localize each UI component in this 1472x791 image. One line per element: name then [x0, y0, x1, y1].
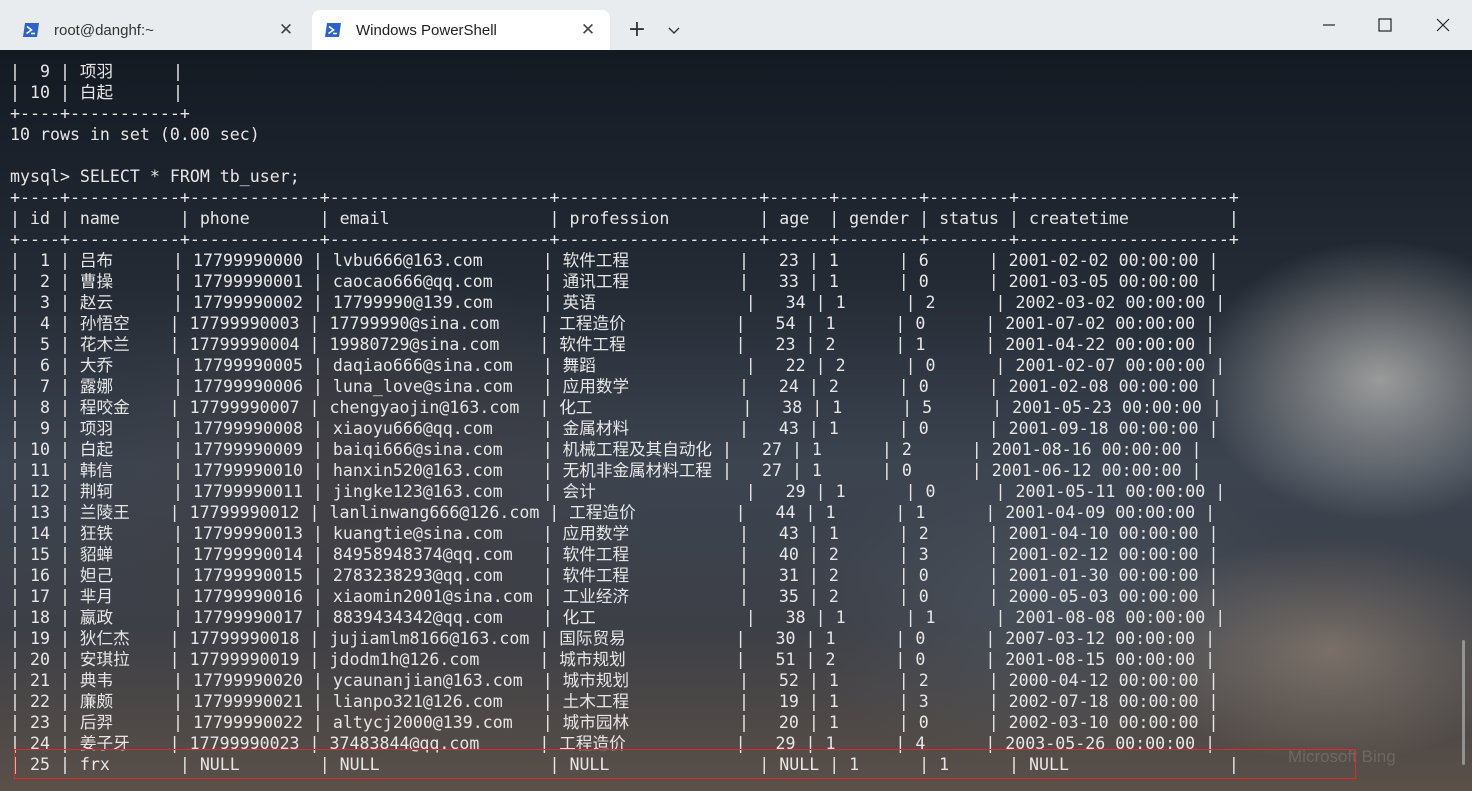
terminal-line: | 1 | 吕布 | 17799990000 | lvbu666@163.com…	[10, 251, 1219, 270]
close-icon	[1436, 18, 1450, 32]
terminal-output: | 9 | 项羽 | | 10 | 白起 | +----+-----------…	[10, 61, 1239, 775]
terminal-line: | 6 | 大乔 | 17799990005 | daqiao666@sina.…	[10, 356, 1226, 375]
maximize-button[interactable]	[1362, 8, 1408, 42]
terminal-line: +----+-----------+	[10, 104, 190, 123]
tab-label: root@danghf:~	[54, 21, 154, 39]
tab-label: Windows PowerShell	[356, 21, 497, 39]
maximize-icon	[1378, 18, 1392, 32]
terminal-line: | 5 | 花木兰 | 17799990004 | 19980729@sina.…	[10, 335, 1216, 354]
terminal-line: | 15 | 貂蝉 | 17799990014 | 84958948374@qq…	[10, 545, 1219, 564]
terminal-line: | 23 | 后羿 | 17799990022 | altycj2000@139…	[10, 713, 1219, 732]
terminal-line: +----+-----------+-------------+--------…	[10, 188, 1239, 207]
tab-dropdown-button[interactable]	[662, 18, 686, 44]
highlight-box	[14, 749, 1356, 779]
terminal-line: | 8 | 程咬金 | 17799990007 | chengyaojin@16…	[10, 398, 1222, 417]
terminal-line: | 11 | 韩信 | 17799990010 | hanxin520@163.…	[10, 461, 1202, 480]
close-window-button[interactable]	[1420, 8, 1466, 42]
terminal-line: | 17 | 芈月 | 17799990016 | xiaomin2001@si…	[10, 587, 1219, 606]
terminal-line: +----+-----------+-------------+--------…	[10, 230, 1239, 249]
powershell-icon	[325, 23, 341, 37]
scrollbar[interactable]	[1462, 640, 1465, 765]
terminal-line: mysql> SELECT * FROM tb_user;	[10, 167, 300, 186]
terminal-pane[interactable]: Microsoft Bing | 9 | 项羽 | | 10 | 白起 | +-…	[0, 50, 1472, 791]
terminal-line: | 9 | 项羽 |	[10, 62, 184, 81]
terminal-line: | 4 | 孙悟空 | 17799990003 | 17799990@sina.…	[10, 314, 1216, 333]
tab-windows-powershell[interactable]: Windows PowerShell ✕	[312, 10, 610, 50]
new-tab-button[interactable]: +	[624, 18, 650, 44]
title-bar: root@danghf:~ ✕ Windows PowerShell ✕ +	[0, 0, 1472, 50]
terminal-line: | 3 | 赵云 | 17799990002 | 17799990@139.co…	[10, 293, 1226, 312]
terminal-line: | 14 | 狂铁 | 17799990013 | kuangtie@sina.…	[10, 524, 1219, 543]
minimize-button[interactable]	[1306, 8, 1352, 42]
powershell-icon	[23, 23, 39, 37]
terminal-line: | 10 | 白起 |	[10, 83, 184, 102]
terminal-line: | 7 | 露娜 | 17799990006 | luna_love@sina.…	[10, 377, 1219, 396]
terminal-line: | 10 | 白起 | 17799990009 | baiqi666@sina.…	[10, 440, 1202, 459]
terminal-line: | 13 | 兰陵王 | 17799990012 | lanlinwang666…	[10, 503, 1216, 522]
terminal-line: | 9 | 项羽 | 17799990008 | xiaoyu666@qq.co…	[10, 419, 1219, 438]
tab-root-danghf[interactable]: root@danghf:~ ✕	[10, 10, 308, 50]
minimize-icon	[1323, 24, 1335, 26]
terminal-line: | 18 | 嬴政 | 17799990017 | 8839434342@qq.…	[10, 608, 1226, 627]
chevron-down-icon	[668, 27, 680, 34]
terminal-line: | 19 | 狄仁杰 | 17799990018 | jujiamlm8166@…	[10, 629, 1216, 648]
terminal-line: 10 rows in set (0.00 sec)	[10, 125, 260, 144]
terminal-line: | id | name | phone | email | profession…	[10, 209, 1239, 228]
terminal-line: | 12 | 荆轲 | 17799990011 | jingke123@163.…	[10, 482, 1226, 501]
close-tab-icon[interactable]: ✕	[272, 20, 300, 40]
close-tab-icon[interactable]: ✕	[574, 20, 602, 40]
terminal-line: | 16 | 妲己 | 17799990015 | 2783238293@qq.…	[10, 566, 1219, 585]
terminal-line: | 20 | 安琪拉 | 17799990019 | jdodm1h@126.c…	[10, 650, 1216, 669]
terminal-line: | 2 | 曹操 | 17799990001 | caocao666@qq.co…	[10, 272, 1219, 291]
terminal-line: | 22 | 廉颇 | 17799990021 | lianpo321@126.…	[10, 692, 1219, 711]
terminal-line: | 21 | 典韦 | 17799990020 | ycaunanjian@16…	[10, 671, 1219, 690]
